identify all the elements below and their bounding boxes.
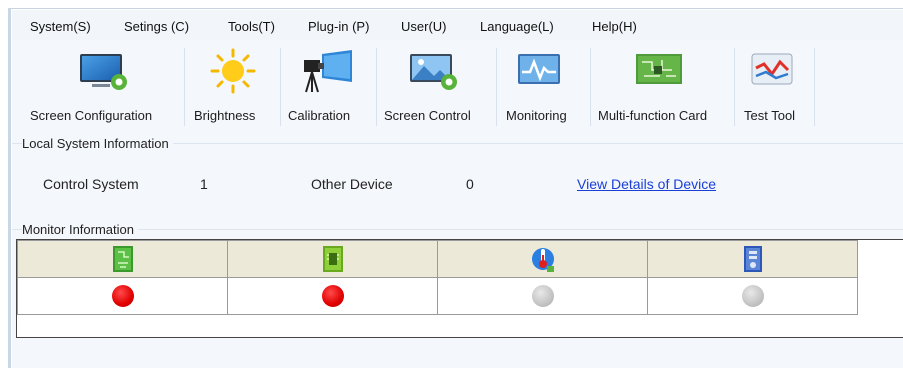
sun-icon [210,48,256,94]
window-left-border [8,8,11,368]
screen-control-button[interactable]: Screen Control [378,40,492,132]
module-icon [743,246,762,272]
receiving-card-icon [112,246,133,272]
monitor-header-row [17,240,858,278]
menu-user[interactable]: User(U) [401,19,447,34]
menu-bar: System(S) Setings (C) Tools(T) Plug-in (… [12,10,903,40]
control-system-label: Control System [43,176,139,192]
toolbar: Screen Configuration Brightness Calibrat… [12,40,903,132]
test-tool-button[interactable]: Test Tool [736,40,812,132]
toolbar-divider [280,48,281,126]
status-cell [647,277,858,315]
menu-plugin[interactable]: Plug-in (P) [308,19,369,34]
calibration-button[interactable]: Calibration [282,40,374,132]
status-indicator [531,285,554,307]
tool-label: Brightness [194,108,256,123]
toolbar-divider [496,48,497,126]
local-system-title: Local System Information [22,136,173,151]
sending-card-icon [322,246,343,272]
monitor-table [17,240,858,315]
toolbar-divider [814,48,815,126]
monitoring-icon [518,54,560,84]
screen-control-icon [410,54,457,90]
monitor-status-row [17,277,858,315]
status-indicator [111,285,134,307]
screen-configuration-button[interactable]: Screen Configuration [22,40,184,132]
screen-config-icon [80,54,127,90]
menu-language[interactable]: Language(L) [480,19,554,34]
header-cell [227,240,438,278]
circuit-card-icon [636,54,682,84]
menu-help[interactable]: Help(H) [592,19,637,34]
thermometer-icon [531,248,554,272]
control-system-count: 1 [200,176,208,192]
toolbar-divider [184,48,185,126]
status-indicator [321,285,344,307]
monitoring-button[interactable]: Monitoring [498,40,588,132]
tool-label: Multi-function Card [598,108,708,123]
other-device-label: Other Device [311,176,393,192]
window-top-edge [8,8,903,9]
tool-label: Test Tool [744,108,796,123]
header-cell [437,240,648,278]
tool-label: Monitoring [506,108,567,123]
tool-label: Screen Control [384,108,471,123]
status-cell [17,277,228,315]
group-box-line [12,229,903,230]
tool-label: Screen Configuration [30,108,153,123]
toolbar-divider [376,48,377,126]
view-details-link[interactable]: View Details of Device [577,176,716,192]
monitor-title: Monitor Information [22,222,138,237]
multi-function-card-button[interactable]: Multi-function Card [592,40,730,132]
toolbar-divider [590,48,591,126]
status-indicator [741,285,764,307]
test-tool-icon [751,53,793,85]
status-cell [437,277,648,315]
camera-icon [304,50,352,93]
header-cell [647,240,858,278]
brightness-button[interactable]: Brightness [186,40,278,132]
menu-tools[interactable]: Tools(T) [228,19,275,34]
toolbar-divider [734,48,735,126]
tool-label: Calibration [288,108,351,123]
status-cell [227,277,438,315]
main-window: System(S) Setings (C) Tools(T) Plug-in (… [0,0,903,368]
header-cell [17,240,228,278]
other-device-count: 0 [466,176,474,192]
menu-system[interactable]: System(S) [30,19,91,34]
menu-settings[interactable]: Setings (C) [124,19,189,34]
